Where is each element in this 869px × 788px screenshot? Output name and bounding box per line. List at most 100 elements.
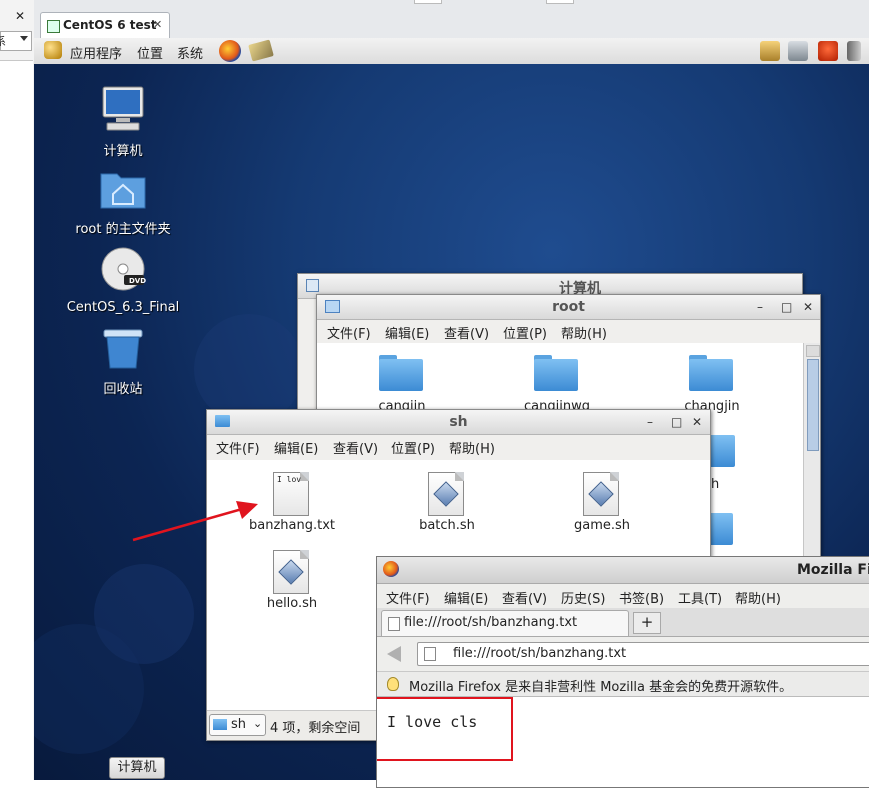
back-arrow-icon[interactable] bbox=[387, 646, 401, 662]
notice-text[interactable]: Mozilla Firefox 是来自非营利性 Mozilla 基金会的免费开源… bbox=[409, 676, 792, 695]
menu-help[interactable]: 帮助(H) bbox=[561, 323, 607, 342]
gnome-foot-icon bbox=[44, 41, 62, 59]
menu-applications[interactable]: 应用程序 bbox=[70, 43, 122, 62]
chevron-down-icon: ⌄ bbox=[253, 717, 263, 730]
menu-bookmarks[interactable]: 书签(B) bbox=[619, 588, 664, 607]
file-label: game.sh bbox=[573, 518, 631, 533]
page-icon bbox=[388, 617, 400, 631]
status-text: 4 项，剩余空间 bbox=[270, 721, 361, 736]
minimize-button[interactable]: – bbox=[757, 300, 763, 314]
menu-places[interactable]: 位置(P) bbox=[503, 323, 547, 342]
menubar: 文件(F) 编辑(E) 查看(V) 位置(P) 帮助(H) bbox=[317, 320, 820, 342]
scrollbar-thumb[interactable] bbox=[807, 359, 819, 451]
folder-icon[interactable] bbox=[379, 355, 423, 391]
host-combo-value: 系 bbox=[0, 35, 6, 48]
window-titlebar[interactable]: Mozilla Fi bbox=[377, 557, 869, 584]
page-icon bbox=[424, 647, 436, 661]
desktop-icon-trash[interactable]: 回收站 bbox=[63, 328, 183, 397]
scroll-up-arrow[interactable] bbox=[806, 345, 820, 357]
menu-view[interactable]: 查看(V) bbox=[502, 588, 547, 607]
menubar: 文件(F) 编辑(E) 查看(V) 历史(S) 书签(B) 工具(T) 帮助(H… bbox=[377, 584, 869, 608]
desktop-icon-label: root 的主文件夹 bbox=[75, 222, 171, 237]
menu-file[interactable]: 文件(F) bbox=[386, 588, 430, 607]
taskbar-button-computer[interactable]: 计算机 bbox=[109, 757, 165, 779]
lightbulb-icon bbox=[387, 677, 399, 691]
script-file-icon[interactable] bbox=[428, 472, 464, 516]
desktop-icon-label: 回收站 bbox=[103, 382, 143, 397]
menu-view[interactable]: 查看(V) bbox=[444, 323, 489, 342]
firefox-launcher-icon[interactable] bbox=[219, 40, 241, 62]
menu-system[interactable]: 系统 bbox=[177, 43, 203, 62]
menu-history[interactable]: 历史(S) bbox=[561, 588, 605, 607]
tab-close-icon[interactable]: ✕ bbox=[153, 18, 162, 31]
host-sidebar: ✕ 系 bbox=[0, 0, 35, 781]
trash-icon bbox=[103, 329, 143, 369]
navigation-toolbar: file:///root/sh/banzhang.txt bbox=[377, 637, 869, 672]
window-titlebar[interactable]: sh – □ ✕ bbox=[207, 410, 710, 435]
desktop-icon-label: 计算机 bbox=[103, 144, 143, 159]
new-tab-button[interactable]: + bbox=[633, 612, 661, 634]
menu-file[interactable]: 文件(F) bbox=[327, 323, 371, 342]
host-combo[interactable]: 系 bbox=[0, 31, 32, 51]
tab-title: file:///root/sh/banzhang.txt bbox=[404, 615, 578, 630]
file-label: banzhang.txt bbox=[249, 518, 335, 533]
alert-icon[interactable] bbox=[818, 41, 838, 61]
path-selector[interactable]: sh ⌄ bbox=[209, 714, 266, 736]
close-button[interactable]: ✕ bbox=[692, 415, 702, 429]
desktop-icon-dvd[interactable]: DVD CentOS_6.3_Final bbox=[63, 246, 183, 315]
path-selector-value: sh bbox=[231, 717, 247, 732]
dvd-badge: DVD bbox=[129, 277, 147, 285]
maximize-button[interactable]: □ bbox=[671, 415, 682, 429]
close-button[interactable]: ✕ bbox=[803, 300, 813, 314]
menu-tools[interactable]: 工具(T) bbox=[678, 588, 722, 607]
guest-top-panel: 应用程序 位置 系统 bbox=[34, 38, 869, 65]
page-content: I love cls bbox=[377, 697, 869, 787]
menu-edit[interactable]: 编辑(E) bbox=[444, 588, 488, 607]
file-label: batch.sh bbox=[419, 518, 475, 533]
window-firefox: Mozilla Fi 文件(F) 编辑(E) 查看(V) 历史(S) 书签(B)… bbox=[376, 556, 869, 788]
bookmarks-notice: Mozilla Firefox 是来自非营利性 Mozilla 基金会的免费开源… bbox=[377, 672, 869, 697]
url-text: file:///root/sh/banzhang.txt bbox=[453, 646, 627, 661]
annotation-highlight-box bbox=[377, 697, 513, 761]
file-preview: I lov bbox=[277, 475, 302, 484]
window-icon bbox=[306, 279, 319, 292]
text-file-icon[interactable]: I lov bbox=[273, 472, 309, 516]
tab-strip: file:///root/sh/banzhang.txt + bbox=[377, 608, 869, 637]
url-field[interactable]: file:///root/sh/banzhang.txt bbox=[417, 642, 869, 666]
minimize-button[interactable]: – bbox=[647, 415, 653, 429]
window-title: root bbox=[552, 299, 585, 315]
folder-icon[interactable] bbox=[689, 355, 733, 391]
folder-icon bbox=[213, 719, 227, 730]
folder-icon[interactable] bbox=[534, 355, 578, 391]
menu-edit[interactable]: 编辑(E) bbox=[274, 438, 318, 457]
computer-icon bbox=[102, 86, 144, 131]
script-file-icon[interactable] bbox=[583, 472, 619, 516]
host-toolbar-stub bbox=[414, 0, 442, 4]
menu-view[interactable]: 查看(V) bbox=[333, 438, 378, 457]
network-icon[interactable] bbox=[788, 41, 808, 61]
script-file-icon[interactable] bbox=[273, 550, 309, 594]
chevron-down-icon bbox=[20, 36, 28, 41]
window-title: Mozilla Fi bbox=[797, 562, 869, 578]
vm-tab[interactable]: CentOS 6 test ✕ bbox=[40, 12, 170, 39]
window-titlebar[interactable]: root – □ ✕ bbox=[317, 295, 820, 320]
folder-label-partial: h bbox=[711, 477, 720, 492]
menu-help[interactable]: 帮助(H) bbox=[735, 588, 781, 607]
home-folder-icon bbox=[100, 173, 146, 209]
update-icon[interactable] bbox=[760, 41, 780, 61]
menu-file[interactable]: 文件(F) bbox=[216, 438, 260, 457]
volume-icon[interactable] bbox=[847, 41, 861, 61]
menu-edit[interactable]: 编辑(E) bbox=[385, 323, 429, 342]
maximize-button[interactable]: □ bbox=[781, 300, 792, 314]
desktop-icon-computer[interactable]: 计算机 bbox=[63, 84, 183, 159]
menu-places[interactable]: 位置(P) bbox=[391, 438, 435, 457]
menu-help[interactable]: 帮助(H) bbox=[449, 438, 495, 457]
file-label: hello.sh bbox=[266, 596, 318, 611]
desktop-icon-home[interactable]: root 的主文件夹 bbox=[63, 168, 183, 237]
host-tabstrip: CentOS 6 test ✕ bbox=[34, 0, 869, 39]
browser-tab[interactable]: file:///root/sh/banzhang.txt bbox=[381, 610, 629, 636]
mail-launcher-icon[interactable] bbox=[248, 39, 274, 62]
menu-places[interactable]: 位置 bbox=[137, 43, 163, 62]
host-close-icon[interactable]: ✕ bbox=[15, 9, 25, 23]
menubar: 文件(F) 编辑(E) 查看(V) 位置(P) 帮助(H) bbox=[207, 435, 710, 457]
